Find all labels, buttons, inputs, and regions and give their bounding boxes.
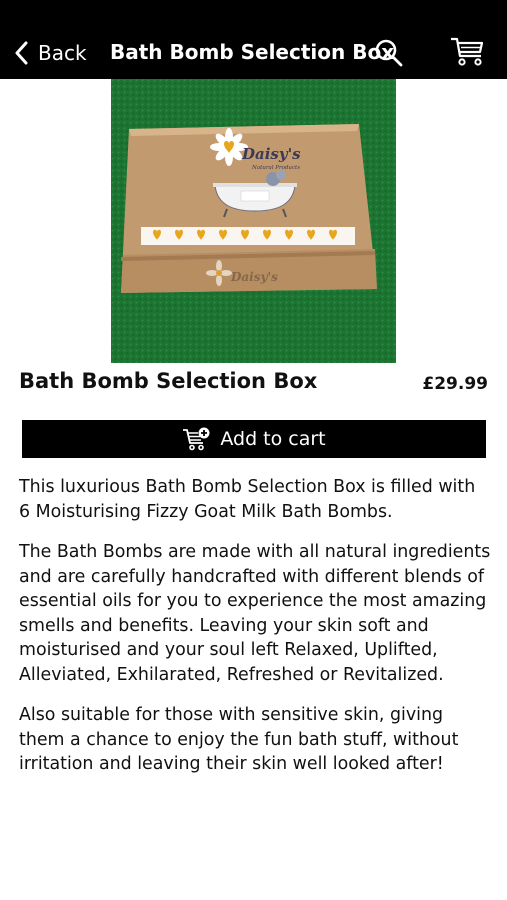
add-to-cart-icon [183, 427, 210, 451]
cart-icon [451, 37, 484, 66]
bath-box-photo: Daisy's Natural Products Daisy's [111, 79, 396, 363]
description-paragraph-1: This luxurious Bath Bomb Selection Box i… [19, 477, 476, 522]
add-to-cart-label: Add to cart [220, 428, 326, 450]
box-brand: Daisy's [241, 145, 301, 163]
cart-button[interactable] [449, 36, 485, 68]
back-label: Back [38, 41, 87, 65]
search-icon [375, 39, 403, 67]
product-name: Bath Bomb Selection Box [19, 369, 318, 393]
add-to-cart-button[interactable]: Add to cart [22, 420, 486, 458]
chevron-left-icon [15, 41, 28, 65]
description-paragraph-2: The Bath Bombs are made with all natural… [19, 542, 491, 685]
page-title: Bath Bomb Selection Box [110, 40, 395, 64]
box-subtitle: Natural Products [251, 165, 300, 171]
box-brand-front: Daisy's [230, 270, 278, 284]
product-image[interactable]: Daisy's Natural Products Daisy's [111, 79, 396, 363]
product-description: This luxurious Bath Bomb Selection Box i… [19, 475, 491, 793]
product-price: £29.99 [422, 374, 488, 394]
search-button[interactable] [374, 38, 404, 68]
navigation-bar: Back Bath Bomb Selection Box [0, 0, 507, 79]
back-button[interactable]: Back [14, 38, 87, 68]
description-paragraph-3: Also suitable for those with sensitive s… [19, 705, 459, 774]
